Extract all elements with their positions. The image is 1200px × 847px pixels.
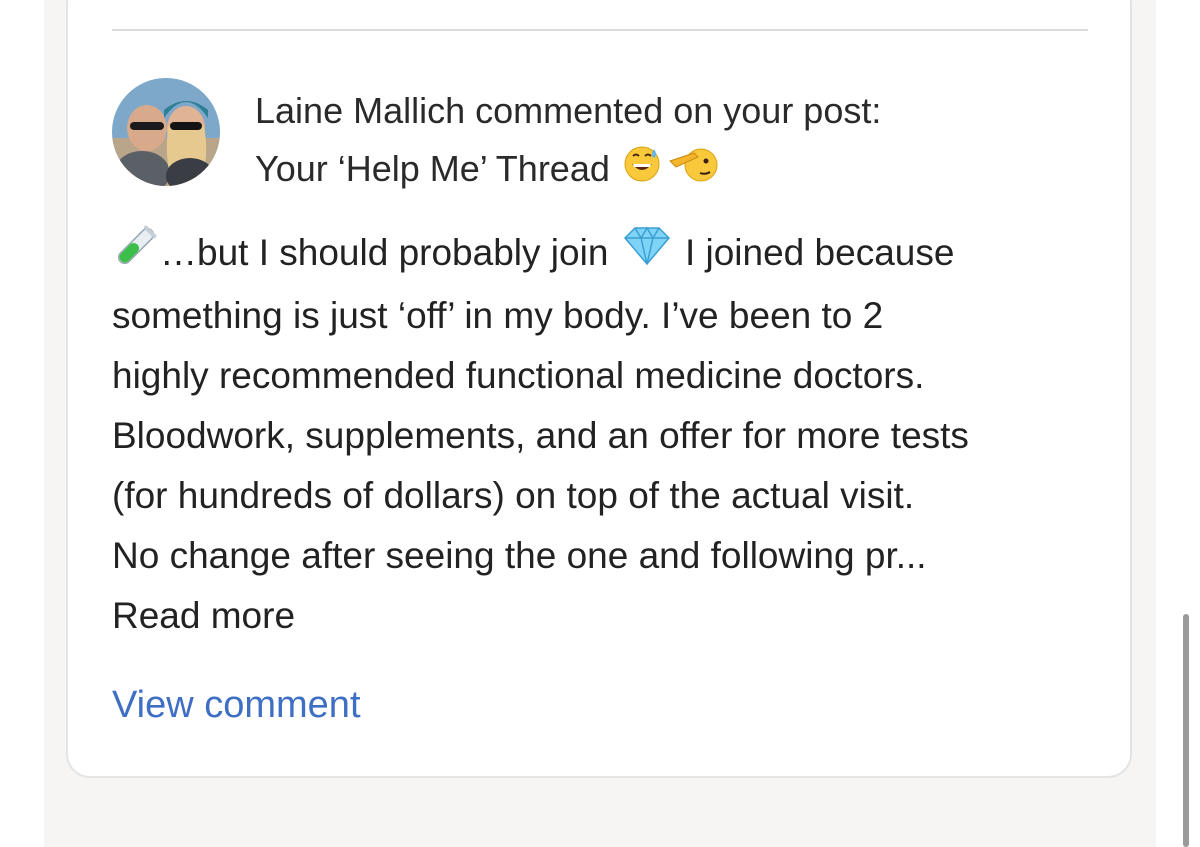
comment-line-4: Bloodwork, supplements, and an offer for… [112, 415, 969, 457]
comment-line-2: something is just ‘off’ in my body. I’ve… [112, 295, 884, 337]
grinning-sweat-emoji-icon [620, 142, 668, 200]
post-title[interactable]: Your ‘Help Me’ Thread [255, 148, 610, 189]
avatar-photo-icon [112, 78, 220, 186]
comment-text-1: …but I should probably join [160, 232, 609, 273]
comment-line-1: …but I should probably join I joined bec… [112, 223, 1102, 286]
author-name[interactable]: Laine Mallich [255, 90, 465, 131]
comment-line-6: No change after seeing the one and follo… [112, 535, 927, 577]
avatar[interactable] [112, 78, 220, 186]
headline-line-1: Laine Mallich commented on your post: [255, 82, 881, 140]
view-comment-link[interactable]: View comment [112, 680, 361, 730]
saluting-face-emoji-icon [668, 142, 718, 200]
comment-preview: …but I should probably join I joined bec… [112, 223, 1102, 646]
comment-line-3: highly recommended functional medicine d… [112, 355, 925, 397]
scrollbar-thumb[interactable] [1183, 614, 1189, 847]
comment-line-5: (for hundreds of dollars) on top of the … [112, 475, 915, 517]
divider [112, 29, 1088, 31]
test-tube-emoji-icon [112, 224, 160, 286]
read-more-link[interactable]: Read more [112, 586, 1102, 646]
notification-headline: Laine Mallich commented on your post: Yo… [255, 82, 881, 200]
gem-emoji-icon [619, 224, 675, 286]
notification-page: Laine Mallich commented on your post: Yo… [0, 0, 1200, 847]
comment-text-1b: I joined because [684, 232, 955, 273]
action-text: commented on your post: [475, 90, 882, 131]
headline-line-2: Your ‘Help Me’ Thread [255, 140, 881, 200]
